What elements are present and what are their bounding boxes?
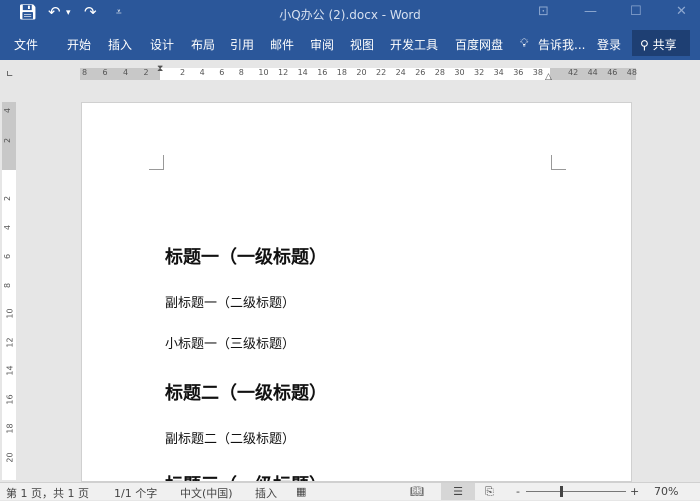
lightbulb-icon: 💡︎	[520, 36, 529, 50]
document-page[interactable]: 标题一（一级标题） 副标题一（二级标题） 小标题一（三级标题） 标题二（一级标题…	[81, 102, 632, 482]
ruler-tick-label: 8	[3, 282, 13, 289]
ruler-tick-label: 36	[513, 68, 524, 77]
tab-file[interactable]: 文件	[14, 36, 38, 53]
ruler-tick-label: 46	[607, 68, 618, 77]
tab-home[interactable]: 开始	[67, 36, 91, 53]
ruler-tick-label: 34	[493, 68, 504, 77]
tab-insert[interactable]: 插入	[108, 36, 132, 53]
share-label: 共享	[652, 38, 677, 52]
zoom-slider[interactable]	[526, 491, 626, 492]
ruler-tick-label: 16	[317, 68, 328, 77]
language[interactable]: 中文(中国)	[180, 485, 233, 501]
ruler-tick-label: 38	[532, 68, 543, 77]
ruler-tick-label: 12	[5, 337, 15, 348]
vertical-ruler[interactable]: 4 2 2 4 6 8 10 12 14 16 18 20	[2, 102, 16, 480]
right-gutter	[634, 82, 700, 482]
margin-corner-mark	[149, 155, 164, 170]
heading-2[interactable]: 副标题二（二级标题）	[165, 428, 295, 447]
ruler-tick-label: 12	[278, 68, 289, 77]
tab-mailings[interactable]: 邮件	[270, 36, 294, 53]
ruler-tick-label: 44	[587, 68, 598, 77]
ruler-tick-label: 4	[199, 68, 205, 77]
ruler-tick-label: 10	[5, 308, 15, 319]
person-add-icon: ⚲	[640, 38, 649, 52]
ruler-tick-label: 14	[5, 365, 15, 376]
tab-baidu-netdisk[interactable]: 百度网盘	[455, 36, 503, 53]
word-count[interactable]: 1/1 个字	[114, 485, 157, 501]
tab-layout[interactable]: 布局	[191, 36, 215, 53]
read-mode-icon[interactable]: 📖︎	[410, 485, 424, 498]
share-button[interactable]: ⚲ 共享	[632, 30, 690, 56]
tell-me-search[interactable]: 告诉我...	[538, 36, 585, 53]
ruler-tick-label: 32	[474, 68, 485, 77]
ruler-tick-label: 26	[415, 68, 426, 77]
ruler-tick-label: 8	[82, 68, 88, 77]
ruler-tick-label: 2	[143, 68, 149, 77]
ruler-tick-label: 6	[3, 253, 13, 260]
ruler-tick-label: 22	[376, 68, 387, 77]
ruler-tick-label: 2	[3, 195, 13, 202]
minimize-icon[interactable]: —	[584, 4, 597, 19]
heading-2[interactable]: 副标题一（二级标题）	[165, 292, 295, 311]
heading-1[interactable]: 标题一（一级标题）	[165, 243, 327, 269]
zoom-out-button[interactable]: -	[516, 485, 520, 498]
ruler-tick-label: 20	[356, 68, 367, 77]
maximize-icon[interactable]: ☐	[630, 4, 642, 19]
insert-mode[interactable]: 插入	[255, 485, 277, 501]
ruler-tick-label: 6	[102, 68, 108, 77]
ruler-tick-label: 42	[568, 68, 579, 77]
ruler-tick-label: 48	[626, 68, 637, 77]
ruler-tick-label: 2	[3, 137, 13, 144]
ruler-tick-label: 10	[258, 68, 269, 77]
status-bar: 第 1 页，共 1 页 1/1 个字 中文(中国) 插入 ▦ 📖︎ ☰ ⎘ - …	[0, 482, 700, 500]
ruler-tick-label: 24	[395, 68, 406, 77]
tab-selector-icon[interactable]: ∟	[6, 70, 14, 80]
login-link[interactable]: 登录	[597, 36, 621, 53]
indent-marker-icon[interactable]: ⧗	[157, 64, 163, 74]
horizontal-ruler[interactable]: ∟ 8 6 4 2 2 4 6 8 10 12 14 16 18 20 22 24 26 28 30 32 34 36 38…	[0, 62, 700, 82]
ruler-tick-label: 4	[3, 224, 13, 231]
ruler-tick-label: 18	[5, 423, 15, 434]
heading-3[interactable]: 小标题一（三级标题）	[165, 333, 295, 352]
print-layout-icon[interactable]: ☰	[441, 483, 475, 500]
tab-references[interactable]: 引用	[230, 36, 254, 53]
tab-view[interactable]: 视图	[350, 36, 374, 53]
ruler-tick-label: 16	[5, 394, 15, 405]
zoom-slider-thumb[interactable]	[560, 486, 563, 497]
ruler-tick-label: 4	[123, 68, 129, 77]
ribbon-tabs: 文件 开始 插入 设计 布局 引用 邮件 审阅 视图 开发工具 百度网盘 💡︎ …	[0, 28, 700, 60]
ruler-tick-label: 20	[5, 452, 15, 463]
ruler-tick-label: 4	[3, 107, 13, 114]
ruler-tick-label: 28	[434, 68, 445, 77]
heading-1[interactable]: 标题二（一级标题）	[165, 379, 327, 405]
ruler-tick-label: 30	[454, 68, 465, 77]
web-layout-icon[interactable]: ⎘	[485, 485, 494, 499]
ruler-tick-label: 8	[238, 68, 244, 77]
close-icon[interactable]: ✕	[676, 4, 687, 19]
right-indent-marker-icon[interactable]: △	[545, 72, 552, 82]
ribbon-display-icon[interactable]: ⊡	[538, 4, 549, 19]
margin-corner-mark	[551, 155, 566, 170]
zoom-in-button[interactable]: +	[630, 485, 639, 498]
ruler-tick-label: 18	[336, 68, 347, 77]
ruler-tick-label: 6	[219, 68, 225, 77]
macro-icon[interactable]: ▦	[296, 485, 306, 498]
tab-review[interactable]: 审阅	[310, 36, 334, 53]
tab-design[interactable]: 设计	[150, 36, 174, 53]
title-bar: 💾︎ ↶ ▾ ↷ ⩡ 小Q办公 (2).docx - Word ⊡ — ☐ ✕	[0, 0, 700, 28]
ruler-tick-label: 2	[180, 68, 186, 77]
tab-developer[interactable]: 开发工具	[390, 36, 438, 53]
ruler-tick-label: 14	[297, 68, 308, 77]
zoom-level[interactable]: 70%	[654, 485, 678, 498]
heading-1[interactable]: 标题三（一级标题）	[165, 471, 327, 481]
page-count[interactable]: 第 1 页，共 1 页	[6, 485, 89, 501]
